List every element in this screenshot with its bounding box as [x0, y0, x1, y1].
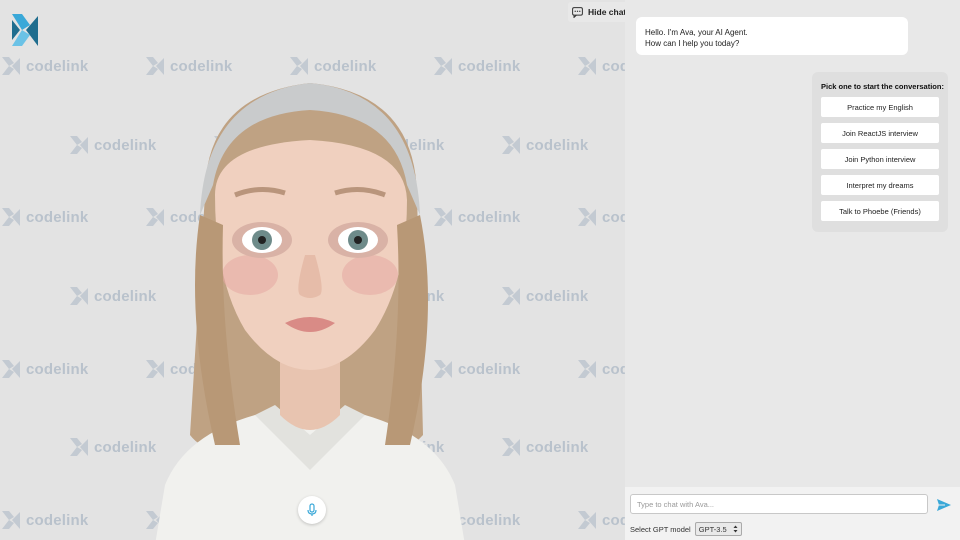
watermark-logo-icon: [434, 57, 452, 75]
model-label: Select GPT model: [630, 524, 691, 534]
watermark: codelink: [578, 208, 625, 226]
watermark-logo-icon: [2, 511, 20, 529]
watermark: codelink: [2, 360, 88, 378]
watermark-text: codelink: [602, 511, 625, 529]
watermark-text: codelink: [170, 57, 233, 75]
watermark-logo-icon: [2, 57, 20, 75]
watermark-logo-icon: [70, 438, 88, 456]
starter-talk-phoebe[interactable]: Talk to Phoebe (Friends): [821, 201, 939, 221]
watermark: codelink: [578, 57, 625, 75]
conversation-starters: Pick one to start the conversation: Prac…: [812, 72, 948, 232]
watermark: codelink: [2, 208, 88, 226]
microphone-icon: [307, 503, 317, 516]
send-icon[interactable]: [936, 497, 952, 513]
watermark-logo-icon: [502, 287, 520, 305]
watermark-logo-icon: [502, 136, 520, 154]
avatar-image: [155, 83, 465, 540]
watermark: codelink: [502, 287, 588, 305]
app-logo: [12, 14, 38, 46]
starter-python-interview[interactable]: Join Python interview: [821, 149, 939, 169]
watermark-text: codelink: [458, 57, 521, 75]
watermark: codelink: [70, 287, 156, 305]
chat-input[interactable]: [630, 494, 928, 514]
chat-composer: Select GPT model GPT-3.5: [625, 487, 960, 540]
agent-message-line2: How can I help you today?: [645, 39, 740, 48]
hide-chat-button[interactable]: Hide chat: [568, 2, 625, 22]
watermark-logo-icon: [578, 511, 596, 529]
watermark-text: codelink: [526, 287, 589, 305]
starter-practice-english[interactable]: Practice my English: [821, 97, 939, 117]
watermark-logo-icon: [70, 136, 88, 154]
watermark-text: codelink: [26, 360, 89, 378]
watermark-text: codelink: [602, 57, 625, 75]
watermark: codelink: [70, 136, 156, 154]
watermark: codelink: [578, 511, 625, 529]
model-value: GPT-3.5: [698, 524, 727, 534]
agent-message: Hello. I'm Ava, your AI Agent. How can I…: [636, 17, 908, 55]
agent-message-line1: Hello. I'm Ava, your AI Agent.: [645, 28, 748, 37]
watermark-text: codelink: [314, 57, 377, 75]
avatar-stage: codelink codelink codelink codelink codelink…: [0, 0, 625, 540]
watermark-text: codelink: [26, 208, 89, 226]
watermark-logo-icon: [290, 57, 308, 75]
watermark: codelink: [502, 438, 588, 456]
select-arrows-icon: [733, 525, 738, 533]
watermark-text: codelink: [26, 57, 89, 75]
starters-title: Pick one to start the conversation:: [821, 82, 944, 91]
watermark-logo-icon: [2, 208, 20, 226]
watermark-logo-icon: [2, 360, 20, 378]
chat-panel: Hello. I'm Ava, your AI Agent. How can I…: [625, 0, 960, 487]
watermark: codelink: [70, 438, 156, 456]
watermark-text: codelink: [526, 438, 589, 456]
model-selector-row: Select GPT model GPT-3.5: [630, 522, 742, 536]
watermark: codelink: [502, 136, 588, 154]
microphone-button[interactable]: [298, 496, 326, 524]
watermark-text: codelink: [602, 208, 625, 226]
watermark: codelink: [2, 511, 88, 529]
watermark-logo-icon: [578, 57, 596, 75]
starter-reactjs-interview[interactable]: Join ReactJS interview: [821, 123, 939, 143]
model-select[interactable]: GPT-3.5: [694, 522, 742, 536]
watermark-logo-icon: [146, 57, 164, 75]
chat-bubble-icon: [572, 6, 583, 18]
watermark-logo-icon: [502, 438, 520, 456]
watermark: codelink: [290, 57, 376, 75]
watermark-text: codelink: [26, 511, 89, 529]
watermark-logo-icon: [70, 287, 88, 305]
watermark: codelink: [2, 57, 88, 75]
watermark: codelink: [146, 57, 232, 75]
watermark-logo-icon: [578, 360, 596, 378]
watermark-logo-icon: [578, 208, 596, 226]
watermark-text: codelink: [602, 360, 625, 378]
watermark-text: codelink: [526, 136, 589, 154]
watermark: codelink: [434, 57, 520, 75]
starter-interpret-dreams[interactable]: Interpret my dreams: [821, 175, 939, 195]
watermark: codelink: [578, 360, 625, 378]
hide-chat-label: Hide chat: [588, 7, 625, 17]
